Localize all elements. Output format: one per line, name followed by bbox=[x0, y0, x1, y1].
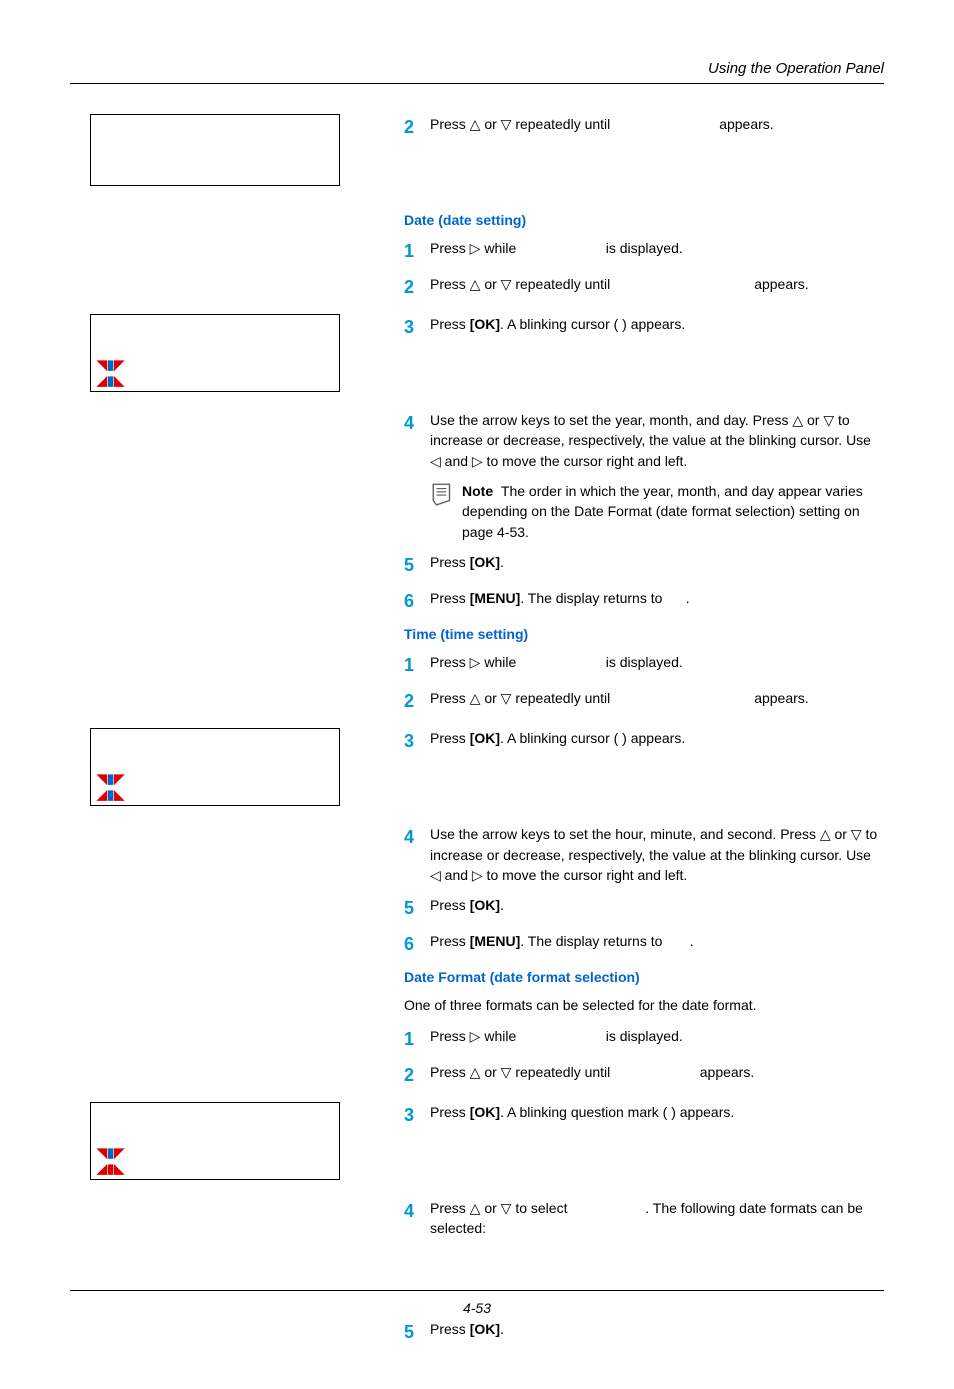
step-text: Press △ or ▽ to select . The following d… bbox=[430, 1198, 884, 1239]
step-text: Press △ or ▽ repeatedly until appears. bbox=[430, 688, 884, 708]
step-text: Press [OK]. A blinking cursor ( ) appear… bbox=[430, 728, 884, 748]
step-text: Press [OK]. bbox=[430, 552, 884, 572]
arrow-icons-red-red: ◢▮◣ bbox=[97, 1161, 124, 1177]
step-number: 6 bbox=[404, 931, 430, 957]
step-text: Press △ or ▽ repeatedly until appears. bbox=[430, 274, 884, 294]
lcd-display-box: ◥▮◤ ◢▮◣ bbox=[90, 728, 340, 806]
format-intro: One of three formats can be selected for… bbox=[404, 995, 884, 1015]
step-text: Press ▷ while is displayed. bbox=[430, 1026, 884, 1046]
page-number: 4-53 bbox=[0, 1300, 954, 1316]
step-number: 4 bbox=[404, 410, 430, 436]
step-text: Press △ or ▽ repeatedly until appears. bbox=[430, 114, 884, 134]
step-text: Press [MENU]. The display returns to . bbox=[430, 588, 884, 608]
step-text: Press [OK]. A blinking cursor ( ) appear… bbox=[430, 314, 884, 334]
step-number: 3 bbox=[404, 728, 430, 754]
step-text: Use the arrow keys to set the hour, minu… bbox=[430, 824, 884, 885]
step-text: Press ▷ while is displayed. bbox=[430, 238, 884, 258]
step-number: 3 bbox=[404, 314, 430, 340]
arrow-icons-red-blue: ◥▮◤ bbox=[97, 771, 124, 787]
step-text: Press [MENU]. The display returns to . bbox=[430, 931, 884, 951]
step-number: 2 bbox=[404, 274, 430, 300]
arrow-icons-red-blue: ◢▮◣ bbox=[97, 787, 124, 803]
step-number: 3 bbox=[404, 1102, 430, 1128]
time-heading: Time (time setting) bbox=[404, 626, 884, 642]
step-text: Press △ or ▽ repeatedly until appears. bbox=[430, 1062, 884, 1082]
step-text: Press ▷ while is displayed. bbox=[430, 652, 884, 672]
arrow-icons-red-blue: ◢▮◣ bbox=[97, 373, 124, 389]
note-text: Note The order in which the year, month,… bbox=[462, 481, 884, 542]
step-text: Use the arrow keys to set the year, mont… bbox=[430, 410, 884, 471]
step-number: 5 bbox=[404, 552, 430, 578]
lcd-display-box bbox=[90, 114, 340, 186]
step-number: 4 bbox=[404, 824, 430, 850]
step-number: 4 bbox=[404, 1198, 430, 1224]
step-number: 1 bbox=[404, 238, 430, 264]
step-text: Press [OK]. A blinking question mark ( )… bbox=[430, 1102, 884, 1122]
step-number: 5 bbox=[404, 895, 430, 921]
step-number: 5 bbox=[404, 1319, 430, 1345]
step-number: 1 bbox=[404, 652, 430, 678]
step-number: 6 bbox=[404, 588, 430, 614]
footer-rule bbox=[70, 1290, 884, 1291]
lcd-display-box: ◥▮◤ ◢▮◣ bbox=[90, 1102, 340, 1180]
page-header: Using the Operation Panel bbox=[70, 60, 884, 77]
arrow-icons-red-blue: ◥▮◤ bbox=[97, 1145, 124, 1161]
step-number: 2 bbox=[404, 688, 430, 714]
note-icon bbox=[430, 481, 456, 507]
step-text: Press [OK]. bbox=[430, 895, 884, 915]
header-rule bbox=[70, 83, 884, 84]
step-number: 2 bbox=[404, 114, 430, 140]
date-heading: Date (date setting) bbox=[404, 212, 884, 228]
step-number: 2 bbox=[404, 1062, 430, 1088]
lcd-display-box: ◥▮◤ ◢▮◣ bbox=[90, 314, 340, 392]
arrow-icons-red-blue: ◥▮◤ bbox=[97, 357, 124, 373]
step-text: Press [OK]. bbox=[430, 1319, 884, 1339]
step-number: 1 bbox=[404, 1026, 430, 1052]
format-heading: Date Format (date format selection) bbox=[404, 969, 884, 985]
